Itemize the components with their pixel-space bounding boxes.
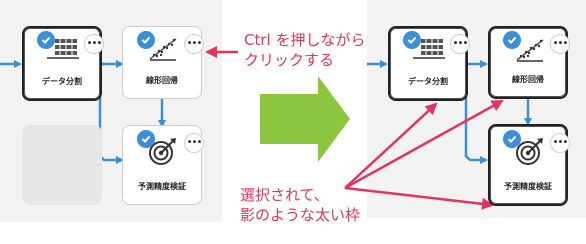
- check-icon: [503, 130, 521, 148]
- annotation-selected: 選択されて、 影のような太い枠: [240, 185, 360, 225]
- annotation-ctrl-click: Ctrl を押しながら クリックする: [244, 30, 365, 70]
- node-label: データ分割: [42, 77, 82, 86]
- placeholder-node: [22, 125, 102, 205]
- big-arrow: [260, 76, 350, 162]
- check-icon: [503, 31, 521, 49]
- node-label: 予測精度検証: [504, 182, 552, 191]
- check-icon: [403, 31, 421, 49]
- more-options-icon[interactable]: •••: [84, 34, 104, 54]
- check-icon: [37, 31, 55, 49]
- annotation-line: 選択されて、: [240, 186, 329, 204]
- check-icon: [137, 130, 155, 148]
- node-label: データ分割: [408, 77, 448, 86]
- check-icon: [137, 31, 155, 49]
- more-options-icon[interactable]: •••: [550, 133, 570, 153]
- annotation-line: クリックする: [244, 51, 335, 69]
- annotation-line: Ctrl を押しながら: [244, 31, 366, 49]
- node-label: 線形回帰: [146, 76, 178, 85]
- more-options-icon[interactable]: •••: [184, 34, 204, 54]
- more-options-icon[interactable]: •••: [184, 133, 204, 153]
- more-options-icon[interactable]: •••: [450, 34, 470, 54]
- more-options-icon[interactable]: •••: [550, 34, 570, 54]
- annotation-line: 影のような太い枠: [240, 206, 361, 224]
- node-label: 予測精度検証: [138, 182, 186, 191]
- node-label: 線形回帰: [512, 75, 544, 84]
